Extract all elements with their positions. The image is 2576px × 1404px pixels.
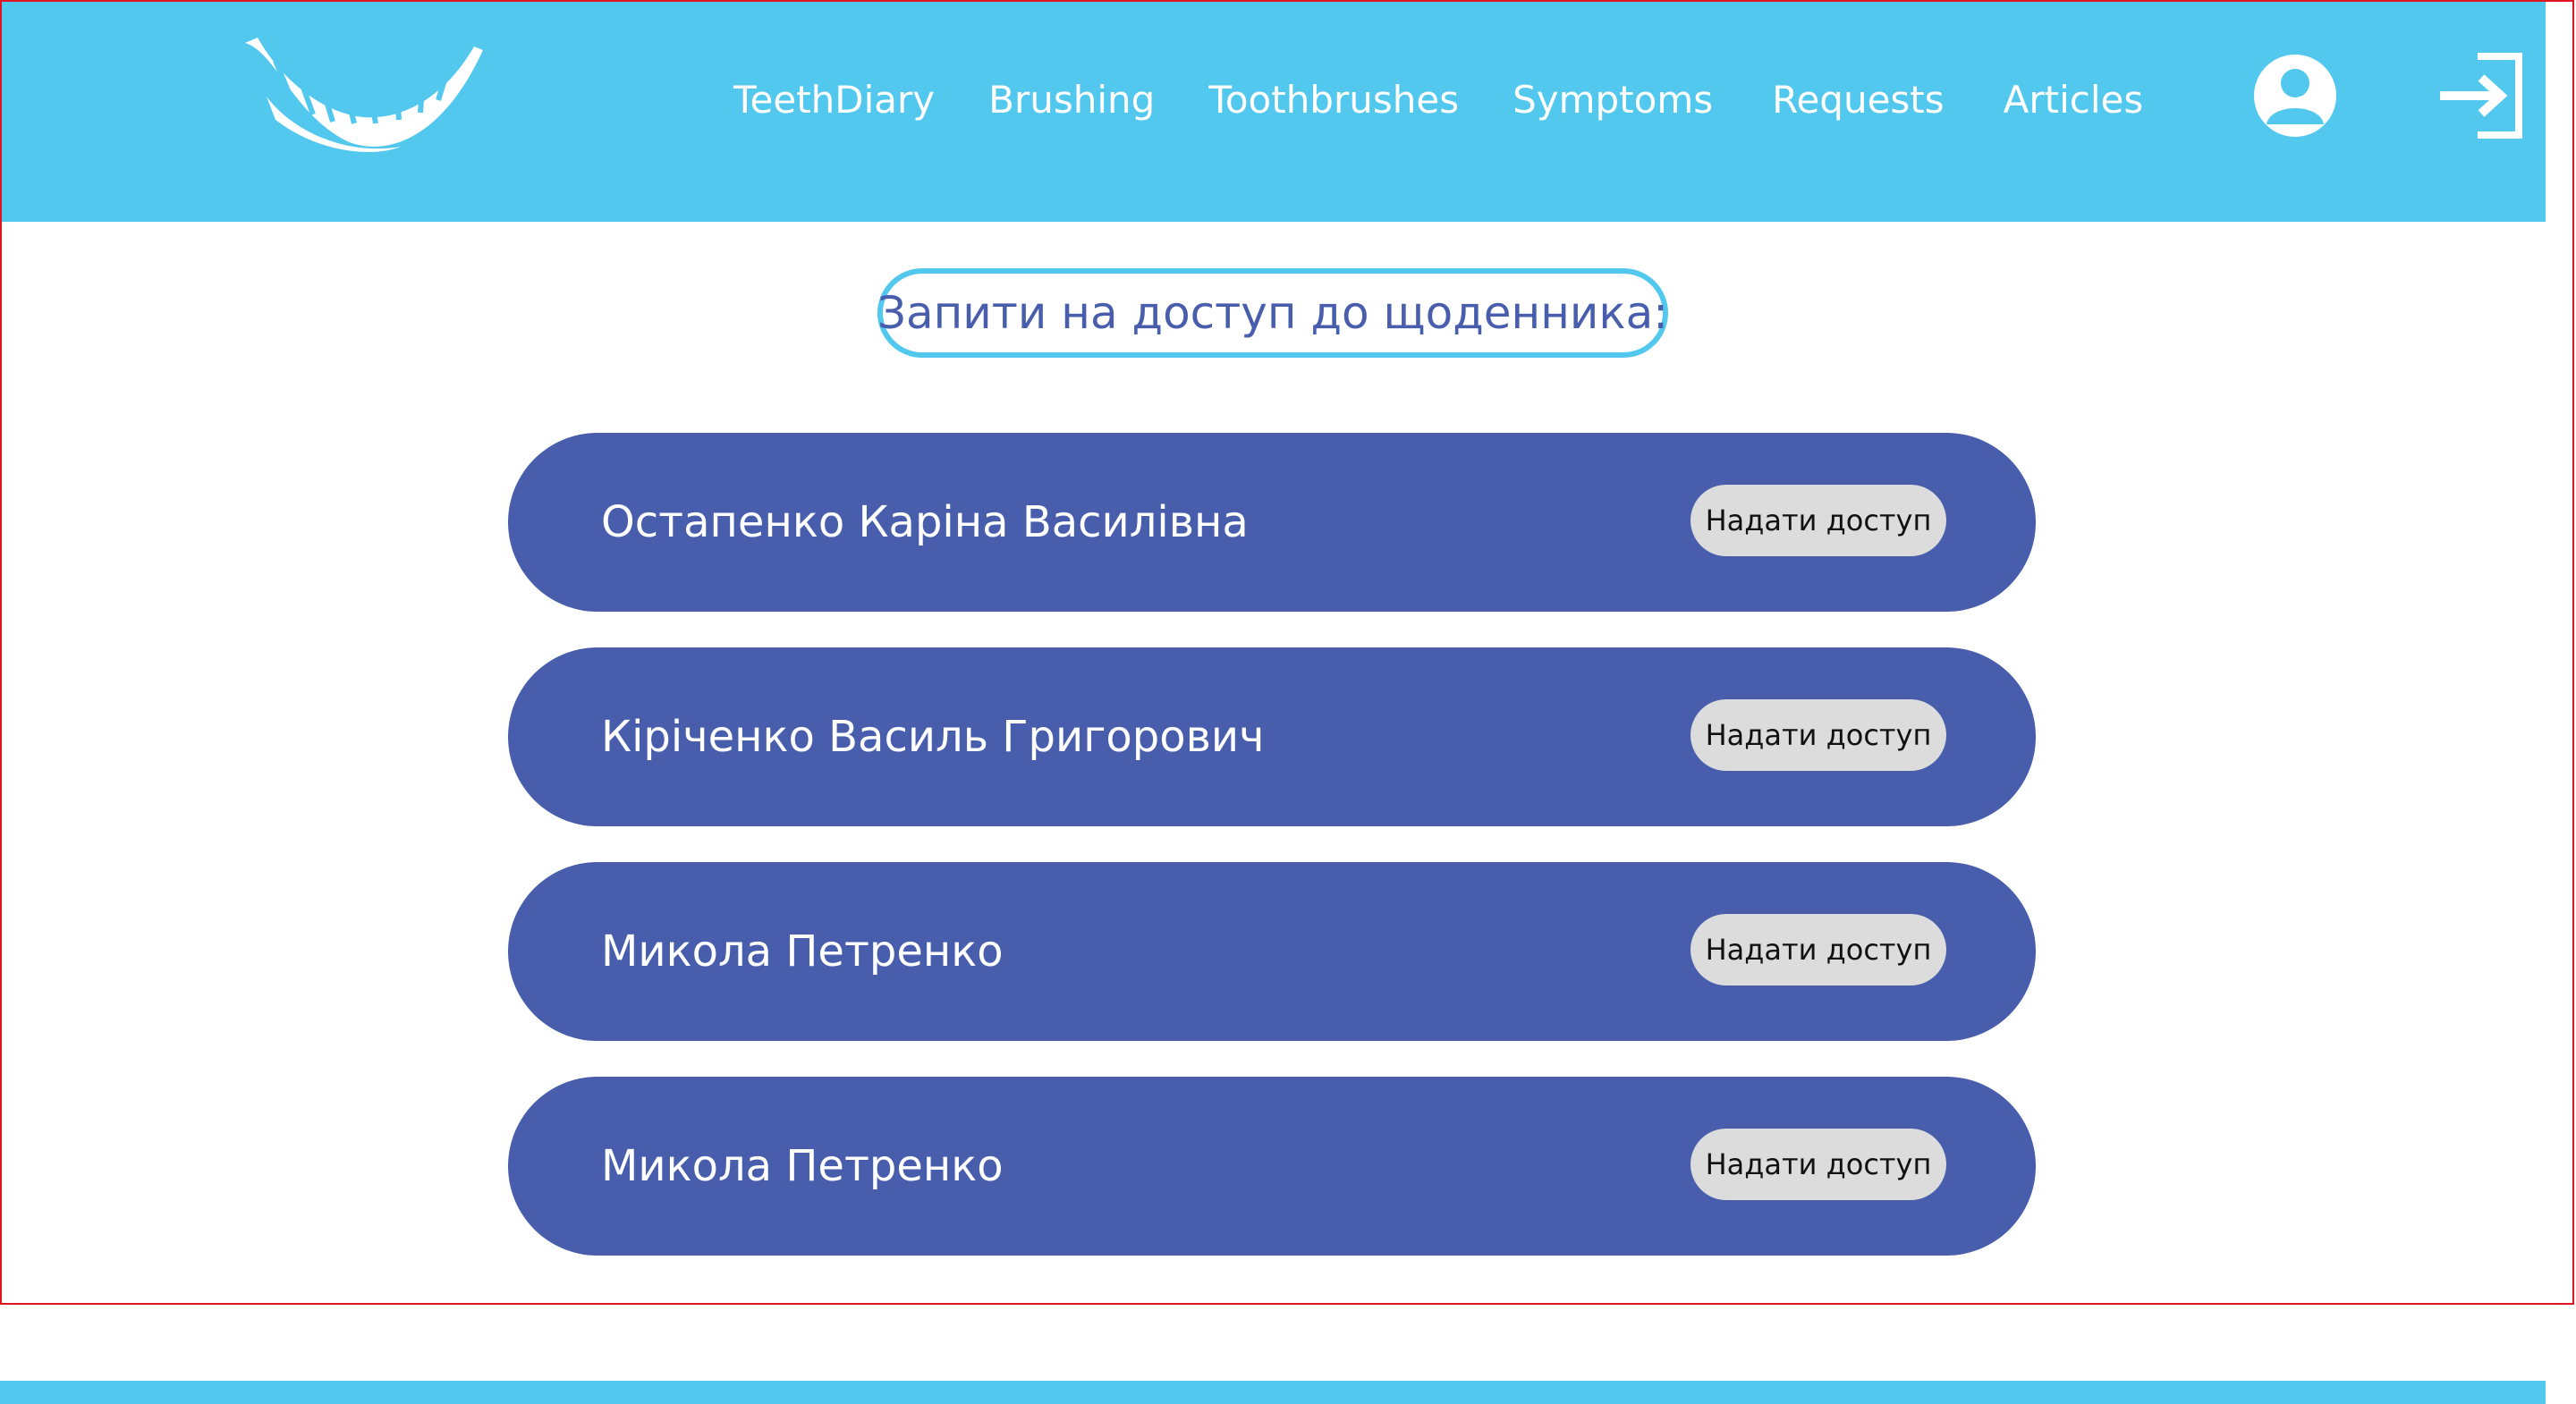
top-header: TeethDiary Brushing Toothbrushes Symptom…: [0, 0, 2546, 222]
requester-name: Микола Петренко: [601, 1141, 1004, 1191]
requester-name: Микола Петренко: [601, 926, 1004, 977]
request-card: Остапенко Каріна Василівна Надати доступ: [508, 433, 2036, 612]
nav-item-symptoms[interactable]: Symptoms: [1513, 78, 1713, 122]
nav-item-toothbrushes[interactable]: Toothbrushes: [1208, 78, 1459, 122]
page-title-box: Запити на доступ до щоденника:: [877, 268, 1668, 358]
nav-item-brushing[interactable]: Brushing: [988, 78, 1155, 122]
grant-access-button[interactable]: Надати доступ: [1690, 485, 1946, 556]
requester-name: Кіріченко Василь Григорович: [601, 712, 1265, 762]
page-title: Запити на доступ до щоденника:: [877, 287, 1669, 339]
request-card: Кіріченко Василь Григорович Надати досту…: [508, 647, 2036, 826]
grant-access-button[interactable]: Надати доступ: [1690, 1129, 1946, 1200]
grant-access-button[interactable]: Надати доступ: [1690, 914, 1946, 985]
grant-access-button[interactable]: Надати доступ: [1690, 699, 1946, 771]
nav-item-teethdiary[interactable]: TeethDiary: [733, 78, 935, 122]
request-card: Микола Петренко Надати доступ: [508, 1077, 2036, 1256]
teeth-smile-logo-icon[interactable]: [240, 34, 494, 161]
logout-icon[interactable]: [2433, 49, 2526, 142]
nav-item-articles[interactable]: Articles: [2004, 78, 2144, 122]
request-card: Микола Петренко Надати доступ: [508, 862, 2036, 1041]
requester-name: Остапенко Каріна Василівна: [601, 497, 1249, 547]
nav-item-requests[interactable]: Requests: [1767, 78, 1950, 122]
user-profile-icon[interactable]: [2249, 49, 2342, 142]
footer-bar: [0, 1381, 2546, 1404]
main-nav: TeethDiary Brushing Toothbrushes Symptom…: [733, 68, 2143, 131]
